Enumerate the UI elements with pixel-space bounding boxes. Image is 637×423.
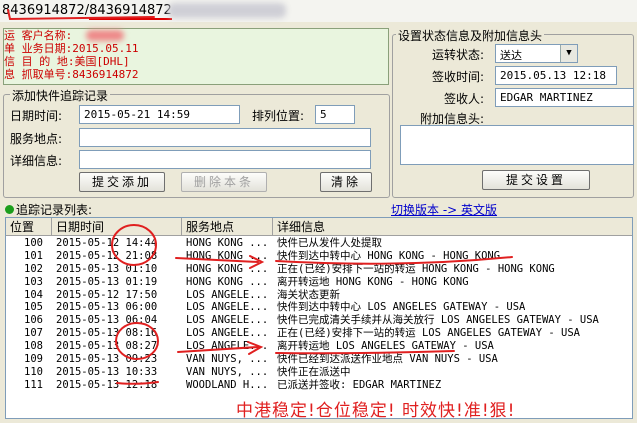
table-row[interactable]: 104 2015-05-12 17:50 LOS ANGELE... 海关状态更新 <box>6 289 632 302</box>
shipment-info-box: 运 客户名称: 单 业务日期:2015.05.11 信 目 的 地:美国[DHL… <box>3 28 389 85</box>
sign-time-input[interactable]: 2015.05.13 12:18 <box>495 66 617 85</box>
chevron-down-icon[interactable]: ▼ <box>560 45 577 62</box>
table-row[interactable]: 110 2015-05-13 10:33 VAN NUYS, ... 快件正在派送中 <box>6 366 632 379</box>
column-header-position[interactable]: 位置 <box>6 218 52 236</box>
status-select-value: 送达 <box>500 49 522 62</box>
switch-version-link[interactable]: 切换版本 -> 英文版 <box>391 201 497 218</box>
redacted-title-area <box>168 3 286 18</box>
table-row[interactable]: 105 2015-05-13 06:00 LOS ANGELE... 快件到达中转中心… <box>6 301 632 314</box>
redacted-customer-name <box>86 30 124 41</box>
table-header: 位置 日期时间 服务地点 详细信息 <box>6 218 632 236</box>
tracking-table[interactable]: 位置 日期时间 服务地点 详细信息 100 2015-05-12 14:44 HON… <box>5 217 633 419</box>
sort-input[interactable]: 5 <box>315 105 355 124</box>
title-tracking-number-2: 8436914872 <box>89 3 172 20</box>
column-header-location[interactable]: 服务地点 <box>182 218 273 236</box>
green-dot-icon <box>5 205 14 214</box>
signer-input[interactable]: EDGAR MARTINEZ <box>495 88 634 107</box>
sign-time-label: 签收时间: <box>432 70 485 84</box>
signer-label: 签收人: <box>444 92 485 106</box>
table-row[interactable]: 100 2015-05-12 14:44 HONG KONG ... 快件已从发件人处… <box>6 237 632 250</box>
delete-record-button[interactable]: 删除本条 <box>181 172 267 192</box>
detail-input[interactable] <box>79 150 371 169</box>
table-row[interactable]: 107 2015-05-13 08:16 LOS ANGELE... 正在(已经)安排… <box>6 327 632 340</box>
date-input[interactable]: 2015-05-21 14:59 <box>79 105 240 124</box>
table-row[interactable]: 111 2015-05-13 12:18 WOODLAND H... 已派送并签收: … <box>6 379 632 392</box>
submit-settings-button[interactable]: 提交设置 <box>482 170 590 190</box>
sort-label: 排列位置: <box>252 109 305 123</box>
window-title: 8436914872/8436914872 <box>2 3 172 20</box>
extra-header-textarea[interactable] <box>400 125 634 165</box>
status-select[interactable]: 送达 ▼ <box>495 44 578 63</box>
info-line-destination: 信 目 的 地:美国[DHL] <box>4 55 130 68</box>
location-label: 服务地点: <box>10 132 63 146</box>
clear-button[interactable]: 清除 <box>320 172 372 192</box>
table-row[interactable]: 106 2015-05-13 06:04 LOS ANGELE... 快件已完成清关手… <box>6 314 632 327</box>
info-line-date: 单 业务日期:2015.05.11 <box>4 42 139 55</box>
status-panel-title: 设置状态信息及附加信息头 <box>396 27 545 44</box>
table-row[interactable]: 108 2015-05-13 08:27 LOS ANGELE... 离开转运地 LO… <box>6 340 632 353</box>
table-row[interactable]: 101 2015-05-12 21:08 HONG KONG ... 快件到达中转中心… <box>6 250 632 263</box>
title-bar: 8436914872/8436914872 <box>0 0 637 22</box>
column-header-detail[interactable]: 详细信息 <box>273 218 632 236</box>
column-header-datetime[interactable]: 日期时间 <box>52 218 182 236</box>
location-input[interactable] <box>79 128 371 147</box>
info-line-tracking: 息 抓取单号:8436914872 <box>4 68 139 81</box>
annotation-slogan: 中港稳定!仓位稳定! 时效快!准!狠! <box>236 401 516 421</box>
table-row[interactable]: 103 2015-05-13 01:19 HONG KONG ... 离开转运地 HO… <box>6 276 632 289</box>
date-label: 日期时间: <box>10 109 63 123</box>
table-row[interactable]: 102 2015-05-13 01:10 HONG KONG ... 正在(已经)安排… <box>6 263 632 276</box>
status-label: 运转状态: <box>432 48 485 62</box>
detail-label: 详细信息: <box>10 154 63 168</box>
info-line-customer: 运 客户名称: <box>4 29 73 42</box>
add-record-group-title: 添加快件追踪记录 <box>10 87 111 104</box>
title-tracking-number-1: 8436914872/ <box>2 3 90 18</box>
table-row[interactable]: 109 2015-05-13 09:23 VAN NUYS, ... 快件已经到达派送… <box>6 353 632 366</box>
table-body: 100 2015-05-12 14:44 HONG KONG ... 快件已从发件人处… <box>6 237 632 392</box>
submit-add-button[interactable]: 提交添加 <box>79 172 165 192</box>
tracking-list-title: 追踪记录列表: <box>5 201 92 218</box>
